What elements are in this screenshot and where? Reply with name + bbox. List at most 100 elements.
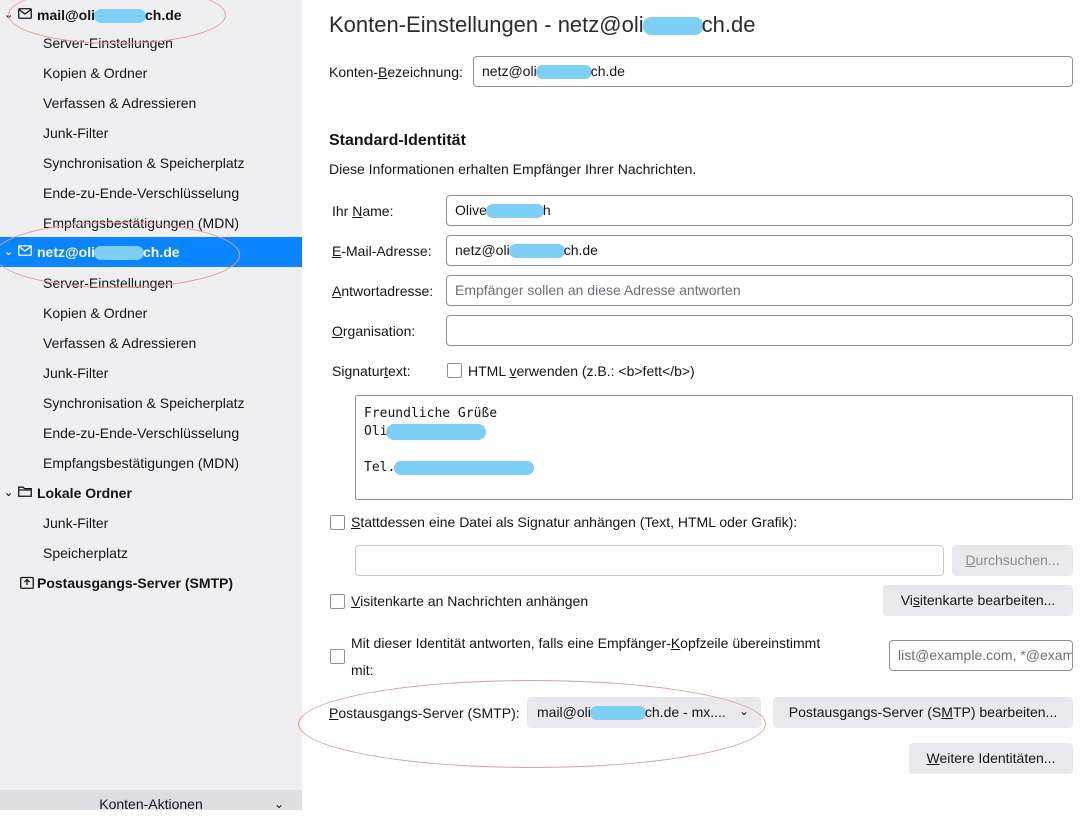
local-folders-label: Lokale Ordner	[37, 485, 132, 501]
smtp-label: Postausgangs-Server (SMTP):	[329, 705, 520, 721]
redaction	[535, 65, 592, 80]
account-name-input[interactable]: netz@oli ch.de	[473, 56, 1073, 87]
account-name-label: Konten-Bezeichnung:	[329, 64, 463, 80]
sidebar-item-server-settings[interactable]: Server-Einstellungen	[0, 28, 345, 58]
reply-to-label: Antwortadresse:	[332, 283, 434, 299]
identity-description: Diese Informationen erhalten Empfänger I…	[329, 161, 697, 177]
account-name-end: ch.de	[145, 7, 182, 23]
outbox-icon	[20, 576, 34, 589]
signature-textarea[interactable]: Freundliche Grüße Oli Tel.	[355, 395, 1073, 500]
account-name-start: mail@oli	[37, 7, 95, 23]
account-name-start: netz@oli	[37, 244, 95, 260]
redaction	[589, 706, 646, 721]
sidebar-item-label: Kopien & Ordner	[43, 305, 148, 321]
sidebar-item-sync[interactable]: Synchronisation & Speicherplatz	[0, 388, 345, 418]
sidebar-item-mdn[interactable]: Empfangsbestätigungen (MDN)	[0, 448, 345, 478]
sidebar-item-label: Ende-zu-Ende-Verschlüsselung	[43, 425, 240, 441]
chevron-down-icon[interactable]: ⌄	[4, 0, 13, 30]
attach-signature-checkbox[interactable]	[330, 515, 345, 530]
reply-match-checkbox[interactable]	[330, 649, 345, 664]
chevron-down-icon: ⌄	[274, 797, 285, 811]
sidebar-item-storage[interactable]: Speicherplatz	[0, 538, 345, 568]
sidebar-item-label: Synchronisation & Speicherplatz	[43, 395, 245, 411]
sidebar-item-composition[interactable]: Verfassen & Adressieren	[0, 88, 345, 118]
redaction	[386, 423, 487, 440]
redaction	[94, 9, 146, 24]
sidebar-item-server-settings[interactable]: Server-Einstellungen	[0, 268, 345, 298]
title-start: Konten-Einstellungen - netz@oli	[329, 12, 644, 37]
smtp-select[interactable]: mail@oli ch.de - mx.... ⌄	[527, 697, 761, 728]
sidebar-item-e2e[interactable]: Ende-zu-Ende-Verschlüsselung	[0, 418, 345, 448]
signature-line: Tel.	[364, 460, 396, 475]
html-signature-label: HTML verwenden (z.B.: <b>fett</b>)	[468, 363, 695, 379]
sidebar-item-label: Server-Einstellungen	[43, 35, 173, 51]
smtp-label: Postausgangs-Server (SMTP)	[37, 575, 234, 591]
signature-line: Freundliche Grüße	[364, 406, 498, 421]
html-signature-checkbox[interactable]	[447, 363, 462, 378]
sidebar-item-label: Speicherplatz	[43, 545, 128, 561]
reply-match-input[interactable]: list@example.com, *@example.com	[889, 640, 1073, 671]
sidebar-item-sync[interactable]: Synchronisation & Speicherplatz	[0, 148, 345, 178]
chevron-down-icon: ⌄	[738, 704, 749, 718]
sidebar-item-label: Empfangsbestätigungen (MDN)	[43, 455, 240, 471]
organization-input[interactable]	[446, 315, 1073, 346]
reply-match-label-2: mit:	[351, 662, 374, 678]
edit-smtp-button[interactable]: Postausgangs-Server (SMTP) bearbeiten...	[773, 697, 1073, 728]
sidebar-item-label: Verfassen & Adressieren	[43, 95, 197, 111]
redaction	[394, 460, 535, 475]
redaction	[508, 244, 565, 259]
redaction	[485, 204, 544, 219]
title-end: ch.de	[701, 12, 756, 37]
organization-label: Organisation:	[332, 323, 416, 339]
vcard-label: Visitenkarte an Nachrichten anhängen	[351, 593, 589, 609]
account-name-end: ch.de	[142, 244, 180, 260]
edit-vcard-button[interactable]: Visitenkarte bearbeiten...	[883, 585, 1073, 616]
sidebar-item-label: Kopien & Ordner	[43, 65, 148, 81]
vcard-checkbox[interactable]	[330, 594, 345, 609]
reply-match-label: Mit dieser Identität antworten, falls ei…	[351, 635, 821, 651]
browse-button[interactable]: Durchsuchen...	[952, 545, 1073, 576]
attach-signature-label: Stattdessen eine Datei als Signatur anhä…	[351, 514, 798, 530]
sidebar: ⌄ mail@oli ch.de Server-Einstellungen Kop…	[0, 0, 302, 812]
mail-icon	[18, 8, 32, 19]
sidebar-item-copies-folders[interactable]: Kopien & Ordner	[0, 298, 345, 328]
signature-label: Signaturtext:	[332, 363, 411, 379]
reply-to-input[interactable]: Empfänger sollen an diese Adresse antwor…	[446, 275, 1073, 306]
signature-file-input[interactable]	[355, 545, 944, 576]
sidebar-item-composition[interactable]: Verfassen & Adressieren	[0, 328, 345, 358]
sidebar-item-label: Verfassen & Adressieren	[43, 335, 197, 351]
account-actions-button[interactable]: Konten-Aktionen ⌄	[0, 790, 302, 812]
account-local-folders[interactable]: ⌄ Lokale Ordner	[0, 478, 302, 508]
sidebar-item-e2e[interactable]: Ende-zu-Ende-Verschlüsselung	[0, 178, 345, 208]
account-mail[interactable]: ⌄ mail@oli ch.de	[0, 0, 302, 30]
sidebar-item-smtp[interactable]: Postausgangs-Server (SMTP)	[0, 568, 302, 598]
chevron-down-icon[interactable]: ⌄	[4, 478, 13, 508]
folder-icon	[18, 486, 32, 497]
sidebar-item-label: Junk-Filter	[43, 515, 109, 531]
mail-icon	[18, 245, 32, 256]
redaction	[642, 17, 703, 36]
sidebar-item-junk[interactable]: Junk-Filter	[0, 358, 345, 388]
sidebar-item-junk[interactable]: Junk-Filter	[0, 508, 345, 538]
name-input[interactable]: Olive h	[446, 195, 1073, 226]
sidebar-item-label: Ende-zu-Ende-Verschlüsselung	[43, 185, 240, 201]
name-label: Ihr Name:	[332, 203, 394, 219]
sidebar-item-junk[interactable]: Junk-Filter	[0, 118, 345, 148]
signature-line: Oli	[364, 424, 388, 439]
sidebar-item-label: Junk-Filter	[43, 125, 109, 141]
sidebar-item-label: Synchronisation & Speicherplatz	[43, 155, 245, 171]
sidebar-item-label: Empfangsbestätigungen (MDN)	[43, 215, 240, 231]
account-settings-panel: Konten-Einstellungen - netz@oli ch.de Kon…	[298, 0, 1090, 810]
email-input[interactable]: netz@oli ch.de	[446, 235, 1073, 266]
account-netz[interactable]: ⌄ netz@oli ch.de	[0, 237, 302, 267]
sidebar-item-label: Junk-Filter	[43, 365, 109, 381]
redaction	[93, 246, 144, 261]
sidebar-item-mdn[interactable]: Empfangsbestätigungen (MDN)	[0, 208, 345, 238]
more-identities-button[interactable]: Weitere Identitäten...	[909, 743, 1073, 774]
sidebar-item-copies-folders[interactable]: Kopien & Ordner	[0, 58, 345, 88]
email-label: E-Mail-Adresse:	[332, 243, 432, 259]
page-title: Konten-Einstellungen - netz@oli ch.de	[329, 12, 755, 38]
chevron-down-icon[interactable]: ⌄	[4, 237, 13, 267]
identity-heading: Standard-Identität	[329, 132, 466, 149]
sidebar-item-label: Server-Einstellungen	[43, 275, 173, 291]
